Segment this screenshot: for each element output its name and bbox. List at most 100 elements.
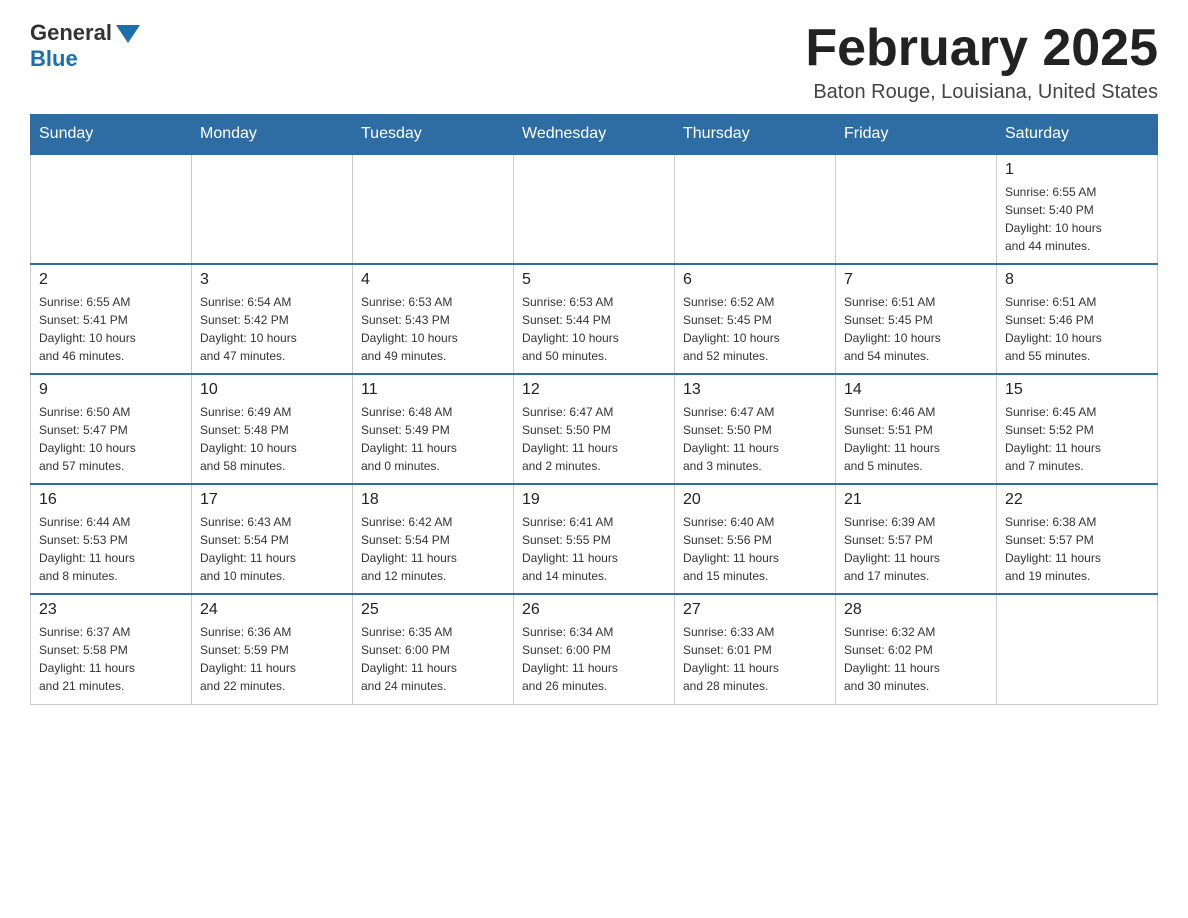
day-info: Sunrise: 6:45 AMSunset: 5:52 PMDaylight:… xyxy=(1005,403,1149,475)
calendar-week-row: 23 Sunrise: 6:37 AMSunset: 5:58 PMDayligh… xyxy=(31,594,1158,704)
calendar-week-row: 1Sunrise: 6:55 AMSunset: 5:40 PMDaylight… xyxy=(31,154,1158,264)
logo-triangle-icon xyxy=(116,25,140,43)
day-number: 19 xyxy=(522,491,666,509)
day-info: Sunrise: 6:48 AMSunset: 5:49 PMDaylight:… xyxy=(361,403,505,475)
day-number: 5 xyxy=(522,271,666,289)
day-number: 22 xyxy=(1005,491,1149,509)
day-number: 17 xyxy=(200,491,344,509)
calendar-cell: 22 Sunrise: 6:38 AMSunset: 5:57 PMDayligh… xyxy=(997,484,1158,594)
day-number: 24 xyxy=(200,601,344,619)
calendar-cell: 17 Sunrise: 6:43 AMSunset: 5:54 PMDayligh… xyxy=(192,484,353,594)
day-info: Sunrise: 6:51 AMSunset: 5:45 PMDaylight:… xyxy=(844,293,988,365)
day-number: 26 xyxy=(522,601,666,619)
calendar-cell: 23 Sunrise: 6:37 AMSunset: 5:58 PMDayligh… xyxy=(31,594,192,704)
day-number: 3 xyxy=(200,271,344,289)
subtitle: Baton Rouge, Louisiana, United States xyxy=(805,81,1158,104)
day-info: Sunrise: 6:47 AMSunset: 5:50 PMDaylight:… xyxy=(683,403,827,475)
page-header: General Blue February 2025 Baton Rouge, … xyxy=(30,20,1158,104)
day-info: Sunrise: 6:32 AMSunset: 6:02 PMDaylight:… xyxy=(844,623,988,695)
day-number: 25 xyxy=(361,601,505,619)
day-info: Sunrise: 6:52 AMSunset: 5:45 PMDaylight:… xyxy=(683,293,827,365)
logo-blue-text: Blue xyxy=(30,46,78,71)
calendar-cell: 24 Sunrise: 6:36 AMSunset: 5:59 PMDayligh… xyxy=(192,594,353,704)
calendar-cell: 13Sunrise: 6:47 AMSunset: 5:50 PMDayligh… xyxy=(675,374,836,484)
calendar-week-row: 16Sunrise: 6:44 AMSunset: 5:53 PMDayligh… xyxy=(31,484,1158,594)
day-number: 7 xyxy=(844,271,988,289)
calendar-cell xyxy=(675,154,836,264)
logo: General Blue xyxy=(30,20,140,72)
day-info: Sunrise: 6:49 AMSunset: 5:48 PMDaylight:… xyxy=(200,403,344,475)
day-info: Sunrise: 6:47 AMSunset: 5:50 PMDaylight:… xyxy=(522,403,666,475)
day-number: 21 xyxy=(844,491,988,509)
calendar-cell: 25 Sunrise: 6:35 AMSunset: 6:00 PMDayligh… xyxy=(353,594,514,704)
calendar-cell: 8Sunrise: 6:51 AMSunset: 5:46 PMDaylight… xyxy=(997,264,1158,374)
calendar-cell: 4 Sunrise: 6:53 AMSunset: 5:43 PMDaylight… xyxy=(353,264,514,374)
calendar-cell xyxy=(514,154,675,264)
calendar-week-row: 2 Sunrise: 6:55 AMSunset: 5:41 PMDaylight… xyxy=(31,264,1158,374)
day-number: 28 xyxy=(844,601,988,619)
day-info: Sunrise: 6:40 AMSunset: 5:56 PMDaylight:… xyxy=(683,513,827,585)
day-info: Sunrise: 6:33 AMSunset: 6:01 PMDaylight:… xyxy=(683,623,827,695)
day-info: Sunrise: 6:46 AMSunset: 5:51 PMDaylight:… xyxy=(844,403,988,475)
title-section: February 2025 Baton Rouge, Louisiana, Un… xyxy=(805,20,1158,104)
calendar-cell: 6Sunrise: 6:52 AMSunset: 5:45 PMDaylight… xyxy=(675,264,836,374)
calendar-cell: 27 Sunrise: 6:33 AMSunset: 6:01 PMDayligh… xyxy=(675,594,836,704)
weekday-header: Thursday xyxy=(675,115,836,155)
calendar-cell: 3Sunrise: 6:54 AMSunset: 5:42 PMDaylight… xyxy=(192,264,353,374)
calendar-cell: 5 Sunrise: 6:53 AMSunset: 5:44 PMDaylight… xyxy=(514,264,675,374)
day-info: Sunrise: 6:41 AMSunset: 5:55 PMDaylight:… xyxy=(522,513,666,585)
day-number: 11 xyxy=(361,381,505,399)
day-info: Sunrise: 6:39 AMSunset: 5:57 PMDaylight:… xyxy=(844,513,988,585)
calendar-cell: 1Sunrise: 6:55 AMSunset: 5:40 PMDaylight… xyxy=(997,154,1158,264)
day-number: 8 xyxy=(1005,271,1149,289)
day-info: Sunrise: 6:35 AMSunset: 6:00 PMDaylight:… xyxy=(361,623,505,695)
calendar-cell xyxy=(31,154,192,264)
day-number: 1 xyxy=(1005,161,1149,179)
calendar-cell: 11 Sunrise: 6:48 AMSunset: 5:49 PMDayligh… xyxy=(353,374,514,484)
day-info: Sunrise: 6:36 AMSunset: 5:59 PMDaylight:… xyxy=(200,623,344,695)
calendar-cell xyxy=(192,154,353,264)
day-number: 20 xyxy=(683,491,827,509)
calendar-cell: 16Sunrise: 6:44 AMSunset: 5:53 PMDayligh… xyxy=(31,484,192,594)
logo-general-text: General xyxy=(30,20,112,46)
calendar-cell: 12 Sunrise: 6:47 AMSunset: 5:50 PMDayligh… xyxy=(514,374,675,484)
main-title: February 2025 xyxy=(805,20,1158,77)
calendar-week-row: 9 Sunrise: 6:50 AMSunset: 5:47 PMDaylight… xyxy=(31,374,1158,484)
day-number: 16 xyxy=(39,491,183,509)
day-info: Sunrise: 6:42 AMSunset: 5:54 PMDaylight:… xyxy=(361,513,505,585)
weekday-header: Monday xyxy=(192,115,353,155)
calendar-cell: 21 Sunrise: 6:39 AMSunset: 5:57 PMDayligh… xyxy=(836,484,997,594)
calendar-cell: 9 Sunrise: 6:50 AMSunset: 5:47 PMDaylight… xyxy=(31,374,192,484)
calendar-cell: 15 Sunrise: 6:45 AMSunset: 5:52 PMDayligh… xyxy=(997,374,1158,484)
calendar-cell: 28 Sunrise: 6:32 AMSunset: 6:02 PMDayligh… xyxy=(836,594,997,704)
calendar-cell xyxy=(836,154,997,264)
day-info: Sunrise: 6:53 AMSunset: 5:44 PMDaylight:… xyxy=(522,293,666,365)
day-info: Sunrise: 6:34 AMSunset: 6:00 PMDaylight:… xyxy=(522,623,666,695)
day-number: 27 xyxy=(683,601,827,619)
day-info: Sunrise: 6:55 AMSunset: 5:41 PMDaylight:… xyxy=(39,293,183,365)
calendar-cell: 26 Sunrise: 6:34 AMSunset: 6:00 PMDayligh… xyxy=(514,594,675,704)
day-info: Sunrise: 6:50 AMSunset: 5:47 PMDaylight:… xyxy=(39,403,183,475)
calendar-cell xyxy=(997,594,1158,704)
calendar-body: 1Sunrise: 6:55 AMSunset: 5:40 PMDaylight… xyxy=(31,154,1158,704)
calendar-cell: 10 Sunrise: 6:49 AMSunset: 5:48 PMDayligh… xyxy=(192,374,353,484)
day-info: Sunrise: 6:37 AMSunset: 5:58 PMDaylight:… xyxy=(39,623,183,695)
day-number: 2 xyxy=(39,271,183,289)
day-number: 15 xyxy=(1005,381,1149,399)
weekday-header: Saturday xyxy=(997,115,1158,155)
calendar-cell xyxy=(353,154,514,264)
day-number: 14 xyxy=(844,381,988,399)
day-number: 18 xyxy=(361,491,505,509)
day-info: Sunrise: 6:43 AMSunset: 5:54 PMDaylight:… xyxy=(200,513,344,585)
calendar-cell: 19 Sunrise: 6:41 AMSunset: 5:55 PMDayligh… xyxy=(514,484,675,594)
day-number: 12 xyxy=(522,381,666,399)
calendar-table: SundayMondayTuesdayWednesdayThursdayFrid… xyxy=(30,114,1158,705)
weekday-header: Friday xyxy=(836,115,997,155)
day-number: 23 xyxy=(39,601,183,619)
day-number: 9 xyxy=(39,381,183,399)
day-number: 10 xyxy=(200,381,344,399)
day-info: Sunrise: 6:38 AMSunset: 5:57 PMDaylight:… xyxy=(1005,513,1149,585)
day-number: 4 xyxy=(361,271,505,289)
day-info: Sunrise: 6:53 AMSunset: 5:43 PMDaylight:… xyxy=(361,293,505,365)
weekday-header: Sunday xyxy=(31,115,192,155)
